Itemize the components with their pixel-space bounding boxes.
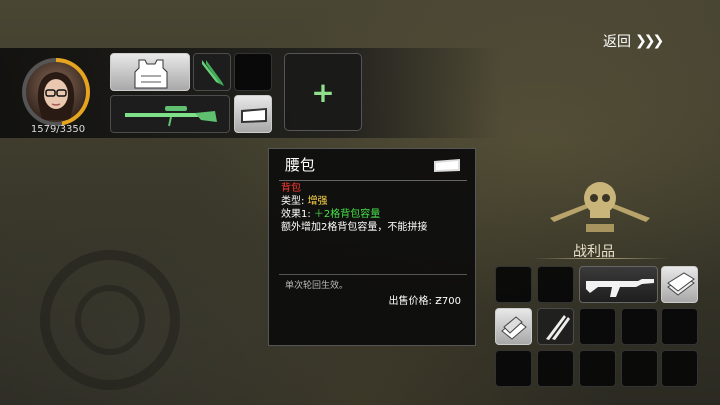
player-avatar[interactable] xyxy=(22,58,90,126)
paper-stack-icon xyxy=(501,316,527,340)
item-note: 单次轮回生效。 xyxy=(285,281,349,291)
background-ring xyxy=(75,285,145,355)
loot-slot[interactable] xyxy=(495,350,532,387)
sniper-rifle-icon xyxy=(125,106,217,127)
loot-grid xyxy=(495,266,700,391)
back-arrows-icon: ❯❯❯ xyxy=(635,33,664,49)
item-sell-price: 出售价格: Ƶ700 xyxy=(389,292,462,307)
loot-slot[interactable] xyxy=(579,308,616,345)
armor-vest-icon xyxy=(134,59,168,89)
item-effect: 效果1: ＋2格背包容量 xyxy=(281,208,380,221)
tooltip-divider xyxy=(279,180,467,181)
player-hp-text: 1579/3350 xyxy=(30,124,86,135)
waist-pack-icon xyxy=(241,108,267,123)
item-effect-label: 效果1: xyxy=(281,209,311,220)
item-type-label: 类型: xyxy=(281,196,305,207)
armor-vest-slot[interactable] xyxy=(110,53,190,91)
item-type: 类型: 增强 xyxy=(281,195,328,208)
loot-divider xyxy=(532,258,670,259)
skull-emblem-icon xyxy=(550,182,650,232)
empty-equipment-slot[interactable] xyxy=(234,53,272,91)
waist-pack-slot[interactable] xyxy=(234,95,272,133)
loot-slot[interactable] xyxy=(537,350,574,387)
item-category: 背包 xyxy=(281,183,301,194)
sniper-rifle-slot[interactable] xyxy=(110,95,230,133)
green-blade-icon xyxy=(202,60,224,86)
item-effect-value: ＋2格背包容量 xyxy=(313,209,381,220)
waist-pack-icon xyxy=(434,159,460,172)
tooltip-divider xyxy=(279,274,467,275)
loot-slot[interactable] xyxy=(661,308,698,345)
loot-slot[interactable] xyxy=(621,308,658,345)
loot-slot[interactable] xyxy=(661,350,698,387)
back-button[interactable]: 返回 ❯❯❯ xyxy=(603,30,664,52)
item-description: 额外增加2格背包容量，不能拼接 xyxy=(281,222,428,233)
loot-slot[interactable] xyxy=(661,266,698,303)
item-type-value: 增强 xyxy=(307,196,328,207)
loot-slot[interactable] xyxy=(495,266,532,303)
loot-slot[interactable] xyxy=(537,308,574,345)
price-label: 出售价格: xyxy=(388,296,432,307)
loot-slot[interactable] xyxy=(579,266,658,303)
price-value: Ƶ700 xyxy=(435,296,461,307)
blade-slot[interactable] xyxy=(193,53,231,91)
assault-rifle-icon xyxy=(586,279,654,297)
loot-slot[interactable] xyxy=(579,350,616,387)
cash-stack-icon xyxy=(667,272,695,296)
back-label: 返回 xyxy=(603,34,631,50)
loot-slot[interactable] xyxy=(495,308,532,345)
add-equipment-button[interactable]: + xyxy=(284,53,362,131)
item-title: 腰包 xyxy=(285,156,316,174)
avatar-portrait xyxy=(26,62,86,122)
item-tooltip: 腰包 背包 类型: 增强 效果1: ＋2格背包容量 额外增加2格背包容量，不能拼… xyxy=(268,148,476,346)
loot-slot[interactable] xyxy=(537,266,574,303)
loot-slot[interactable] xyxy=(621,350,658,387)
crossed-blades-icon xyxy=(546,315,570,340)
